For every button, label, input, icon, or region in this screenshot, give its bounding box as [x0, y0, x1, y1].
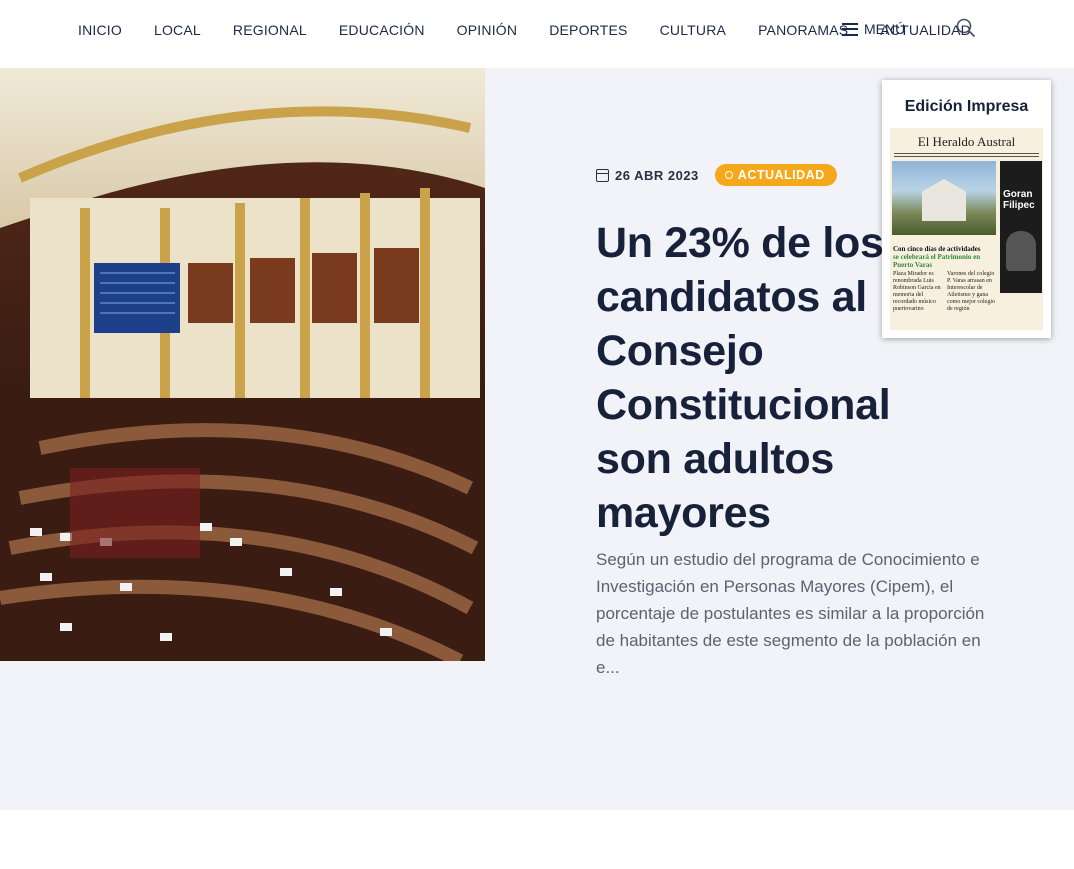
nav-item-cultura[interactable]: CULTURA	[648, 18, 738, 42]
category-badge[interactable]: ACTUALIDAD	[714, 164, 837, 186]
page-below-fold	[0, 810, 1074, 869]
article-headline[interactable]: Un 23% de los candidatos al Consejo Cons…	[596, 216, 926, 540]
nav-item-deportes[interactable]: DEPORTES	[537, 18, 639, 42]
cover-issue-line	[894, 153, 1039, 157]
cover-headline: Con cinco días de actividades se celebra…	[893, 245, 997, 269]
top-navigation: INICIO LOCAL REGIONAL EDUCACIÓN OPINIÓN …	[0, 0, 1074, 62]
hamburger-icon	[842, 22, 858, 36]
newspaper-cover[interactable]: El Heraldo Austral Goran Filipec Con cin…	[890, 128, 1043, 330]
cover-headline-a: Con cinco días de actividades	[893, 245, 981, 253]
nav-item-educacion[interactable]: EDUCACIÓN	[327, 18, 437, 42]
cover-columns: Plaza Mirador es renombrada Luis Robinso…	[893, 271, 997, 327]
category-label: ACTUALIDAD	[737, 168, 825, 182]
cover-headline-b: se celebrará el Patrimonio en Puerto Var…	[893, 253, 981, 269]
circle-icon	[724, 171, 733, 179]
cover-masthead: El Heraldo Austral	[917, 134, 1016, 149]
nav-item-regional[interactable]: REGIONAL	[221, 18, 319, 42]
nav-item-inicio[interactable]: INICIO	[66, 18, 134, 42]
cover-col-1: Plaza Mirador es renombrada Luis Robinso…	[893, 271, 941, 312]
main-nav: INICIO LOCAL REGIONAL EDUCACIÓN OPINIÓN …	[66, 18, 971, 42]
cover-col-2: Varones del colegio P. Varas arrasan en …	[947, 271, 995, 312]
nav-item-opinion[interactable]: OPINIÓN	[445, 18, 530, 42]
cover-sidebar: Goran Filipec	[1000, 161, 1042, 293]
date-text: 26 ABR 2023	[615, 167, 699, 183]
article-image-chamber[interactable]	[0, 68, 485, 661]
menu-label: MENÚ	[864, 21, 906, 37]
cover-side-name: Goran Filipec	[1003, 189, 1035, 211]
article-excerpt: Según un estudio del programa de Conocim…	[596, 550, 985, 677]
article-date: 26 ABR 2023	[596, 168, 699, 183]
hero-article: 26 ABR 2023 ACTUALIDAD Un 23% de los can…	[0, 68, 1074, 810]
cover-portrait	[1006, 231, 1036, 271]
search-icon[interactable]	[955, 17, 977, 39]
edition-title: Edición Impresa	[904, 98, 1029, 115]
menu-button[interactable]: MENÚ	[842, 21, 905, 37]
article-meta: 26 ABR 2023 ACTUALIDAD	[596, 164, 837, 186]
calendar-icon	[596, 168, 609, 182]
cover-photo	[892, 161, 996, 235]
printed-edition-widget[interactable]: Edición Impresa El Heraldo Austral Goran…	[882, 80, 1051, 338]
nav-item-local[interactable]: LOCAL	[142, 18, 213, 42]
